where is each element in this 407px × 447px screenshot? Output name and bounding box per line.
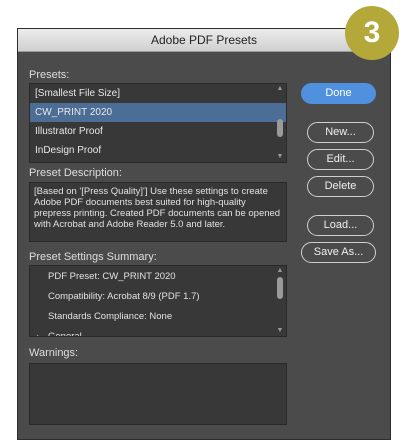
scroll-down-icon[interactable]: ▼ [275,327,285,335]
scroll-up-icon[interactable]: ▲ [275,85,285,93]
done-button[interactable]: Done [301,83,376,104]
warnings-box [29,363,287,425]
presets-label: Presets: [29,69,70,81]
presets-list[interactable]: [Smallest File Size] CW_PRINT 2020 Illustr… [29,83,287,163]
preset-settings-summary-list[interactable]: PDF Preset: CW_PRINT 2020 Compatibility: … [29,265,287,337]
summary-row-label: Standards Compliance: None [48,311,173,322]
preset-settings-summary-label: Preset Settings Summary: [29,251,157,263]
summary-row: Compatibility: Acrobat 8/9 (PDF 1.7) [30,287,286,307]
summary-row-label: General [48,331,82,337]
save-as-preset-button[interactable]: Save As... [301,242,376,263]
new-preset-button[interactable]: New... [307,122,374,143]
scroll-down-icon[interactable]: ▼ [275,153,285,161]
preset-list-item[interactable]: Illustrator Proof [30,122,286,141]
summary-row[interactable]: › General [30,327,286,337]
edit-preset-button[interactable]: Edit... [307,149,374,170]
delete-preset-button[interactable]: Delete [307,176,374,197]
preset-list-item[interactable]: CW_PRINT 2020 [30,103,286,122]
preset-description-label: Preset Description: [29,167,122,179]
load-preset-button[interactable]: Load... [307,215,374,236]
preset-list-item[interactable]: InDesign Proof [30,141,286,160]
step-number-badge: 3 [345,6,399,60]
summary-row-label: Compatibility: Acrobat 8/9 (PDF 1.7) [48,291,200,302]
warnings-label: Warnings: [29,347,79,359]
pdf-presets-dialog: Adobe PDF Presets Presets: [Smallest Fil… [17,28,391,440]
expand-chevron-icon[interactable]: › [30,327,46,336]
summary-row: Standards Compliance: None [30,307,286,327]
summary-scroll-thumb[interactable] [277,277,283,299]
presets-scrollbar[interactable]: ▲ ▼ [275,85,285,161]
scroll-up-icon[interactable]: ▲ [275,267,285,275]
summary-scrollbar[interactable]: ▲ ▼ [275,267,285,335]
presets-scroll-thumb[interactable] [277,119,283,137]
summary-row-label: PDF Preset: CW_PRINT 2020 [48,271,176,282]
dialog-title: Adobe PDF Presets [18,29,390,52]
preset-list-item[interactable]: [Smallest File Size] [30,84,286,103]
preset-description-text: [Based on '[Press Quality]'] Use these s… [29,182,287,242]
summary-row: PDF Preset: CW_PRINT 2020 [30,267,286,287]
